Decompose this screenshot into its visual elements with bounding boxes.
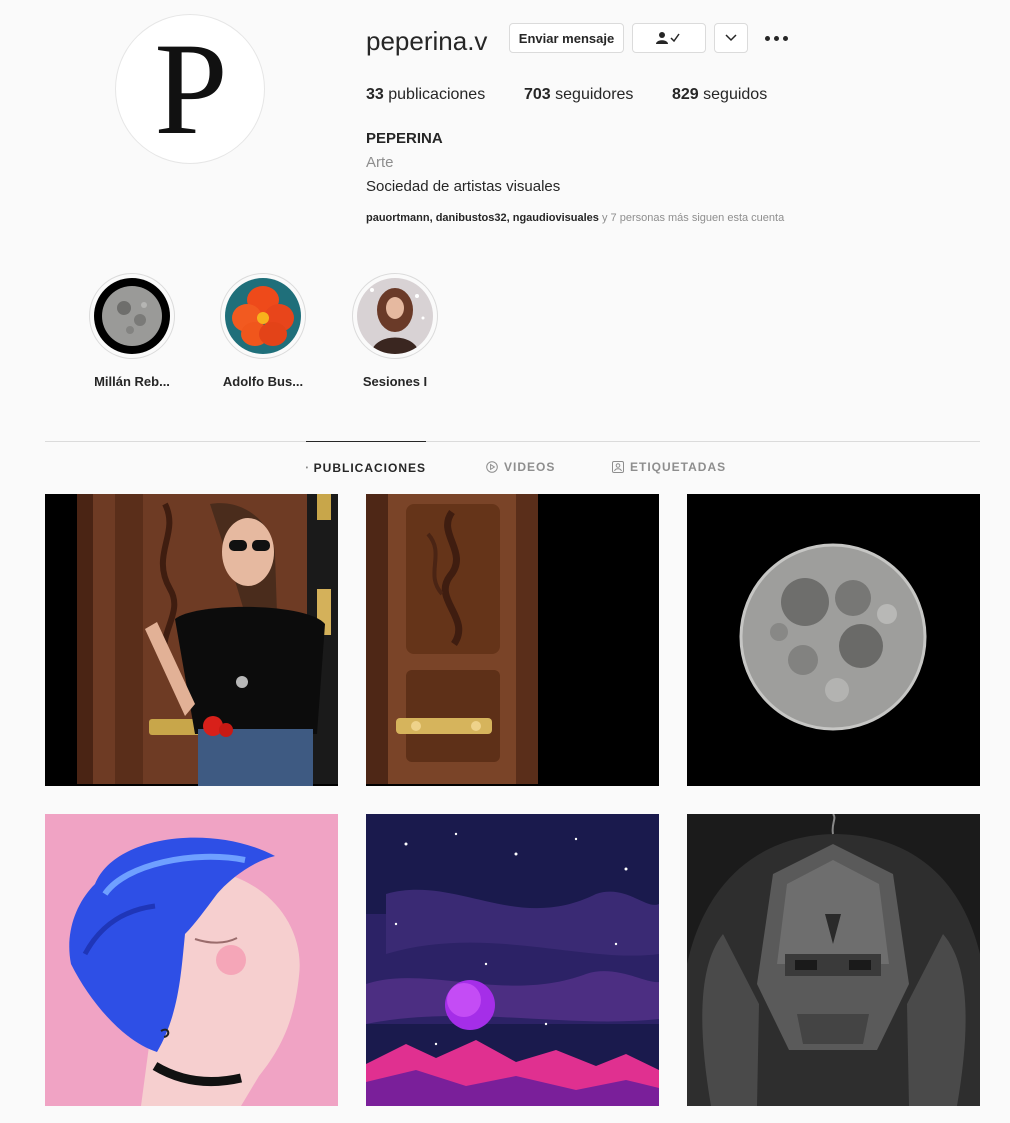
post-thumbnail[interactable] bbox=[45, 494, 338, 786]
user-check-icon bbox=[656, 32, 680, 44]
highlight-label: Adolfo Bus... bbox=[222, 374, 304, 389]
post-thumbnail[interactable] bbox=[687, 814, 980, 1106]
tab-etiquetadas[interactable]: ETIQUETADAS bbox=[612, 441, 726, 493]
profile-avatar[interactable]: P bbox=[115, 14, 265, 164]
post-thumbnail[interactable] bbox=[687, 494, 980, 786]
profile-category: Arte bbox=[366, 154, 394, 171]
suggestions-dropdown-button[interactable] bbox=[714, 23, 748, 53]
tab-videos[interactable]: VIDEOS bbox=[486, 441, 555, 493]
moon-thumbnail bbox=[94, 278, 170, 354]
post-thumbnail[interactable] bbox=[366, 494, 659, 786]
post-thumbnail[interactable] bbox=[366, 814, 659, 1106]
followers-count[interactable]: 703 seguidores bbox=[524, 86, 633, 104]
play-icon bbox=[486, 461, 498, 473]
profile-bio: Sociedad de artistas visuales bbox=[366, 178, 561, 195]
send-message-button[interactable]: Enviar mensaje bbox=[509, 23, 624, 53]
grid-icon bbox=[306, 466, 308, 469]
posts-count: 33 publicaciones bbox=[366, 86, 486, 103]
profile-full-name: PEPERINA bbox=[366, 130, 443, 147]
red-flower-thumbnail bbox=[225, 278, 301, 354]
chevron-down-icon bbox=[725, 34, 737, 42]
tag-icon bbox=[612, 461, 624, 473]
portrait-thumbnail bbox=[357, 278, 433, 354]
followed-by[interactable]: pauortmann, danibustos32, ngaudiovisuale… bbox=[366, 212, 784, 224]
avatar-letter: P bbox=[154, 15, 228, 162]
tab-publicaciones[interactable]: PUBLICACIONES bbox=[306, 441, 426, 493]
highlight-item[interactable]: Sesiones I bbox=[345, 273, 445, 389]
highlight-label: Millán Reb... bbox=[94, 374, 170, 389]
following-button[interactable] bbox=[632, 23, 706, 53]
highlight-item[interactable]: Millán Reb... bbox=[82, 273, 182, 389]
post-thumbnail[interactable] bbox=[45, 814, 338, 1106]
profile-username: peperina.v bbox=[366, 26, 488, 56]
highlight-label: Sesiones I bbox=[362, 374, 428, 389]
highlight-item[interactable]: Adolfo Bus... bbox=[213, 273, 313, 389]
following-count[interactable]: 829 seguidos bbox=[672, 86, 767, 104]
more-options-icon[interactable] bbox=[762, 28, 792, 48]
